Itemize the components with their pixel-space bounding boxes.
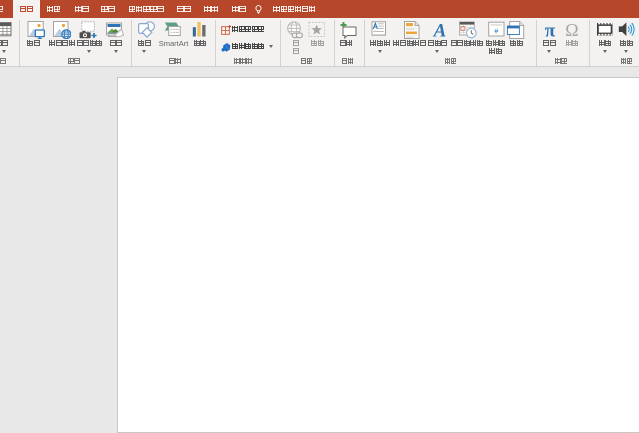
svg-text:A: A <box>432 21 446 39</box>
svg-text:π: π <box>544 21 555 39</box>
svg-text:Ω: Ω <box>565 21 578 39</box>
svg-text:#: # <box>494 28 498 35</box>
